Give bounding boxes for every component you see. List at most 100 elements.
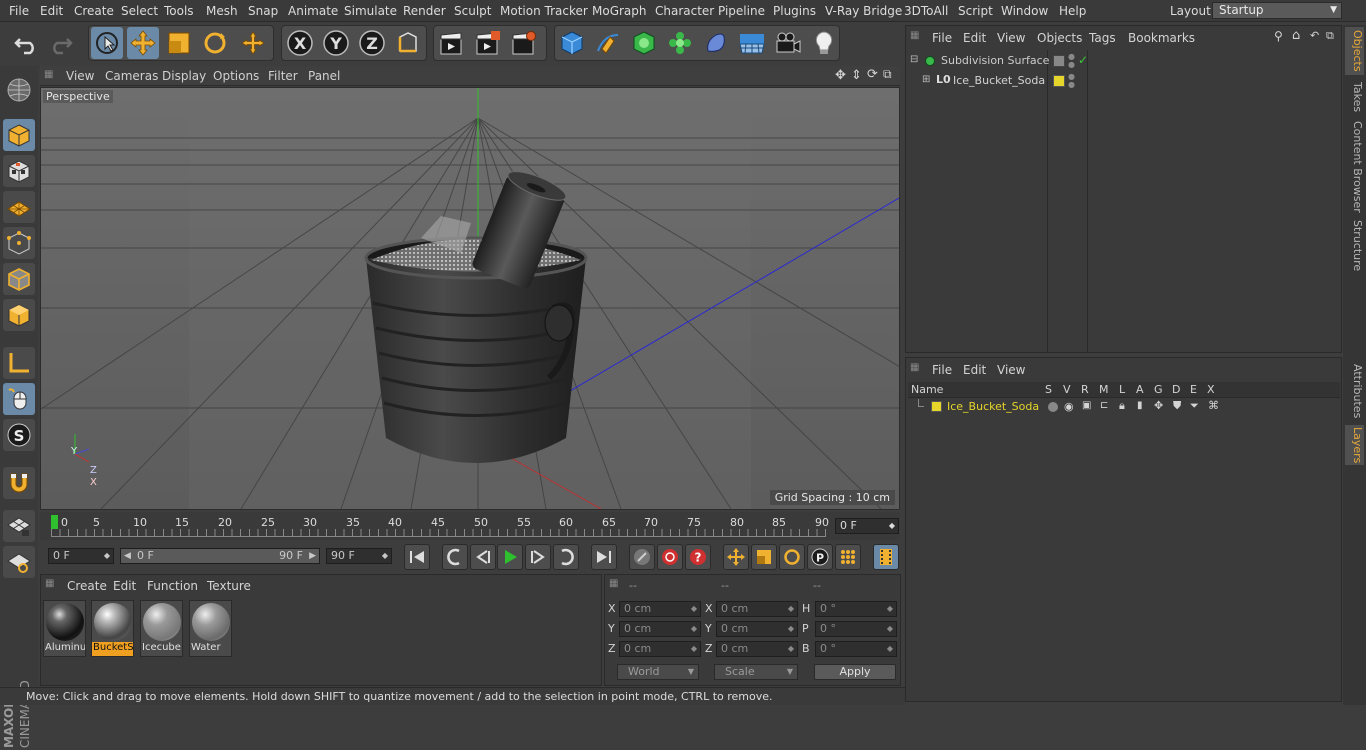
pos-z-field[interactable]: 0 cm ◆: [619, 641, 701, 657]
pos-y-field[interactable]: 0 cm ◆: [619, 621, 701, 637]
material-swatch-selected[interactable]: BucketS: [91, 600, 134, 657]
record-keys-button[interactable]: [629, 544, 655, 570]
material-menu-texture[interactable]: Texture: [207, 579, 251, 593]
snap-button[interactable]: S: [3, 419, 35, 451]
expand-icon[interactable]: ⊞: [922, 74, 930, 85]
menu-create[interactable]: Create: [74, 4, 114, 18]
tab-structure[interactable]: Structure: [1345, 219, 1364, 273]
menu-help[interactable]: Help: [1059, 4, 1086, 18]
z-axis-button[interactable]: Z: [356, 27, 388, 59]
layer-col-generators[interactable]: G: [1154, 382, 1163, 398]
current-frame-field[interactable]: 0 F ◆: [835, 518, 899, 534]
rotate-tool-button[interactable]: [199, 27, 231, 59]
key-position-button[interactable]: [723, 544, 749, 570]
layer-col-xref[interactable]: X: [1207, 382, 1215, 398]
object-menu-objects[interactable]: Objects: [1037, 31, 1082, 45]
key-rotation-button[interactable]: [779, 544, 805, 570]
previous-key-button[interactable]: [442, 544, 468, 570]
edges-mode-button[interactable]: [3, 263, 35, 295]
render-picture-viewer-button[interactable]: [472, 27, 504, 59]
layer-col-render[interactable]: R: [1081, 382, 1089, 398]
live-selection-button[interactable]: [91, 27, 123, 59]
undo-button[interactable]: [10, 27, 42, 59]
menu-script[interactable]: Script: [958, 4, 993, 18]
solo-dot-icon[interactable]: [1048, 402, 1058, 412]
menu-render[interactable]: Render: [403, 4, 446, 18]
size-x-field[interactable]: 0 cm ◆: [716, 601, 798, 617]
apply-button[interactable]: Apply: [814, 664, 896, 680]
object-menu-edit[interactable]: Edit: [963, 31, 986, 45]
cube-button[interactable]: [556, 27, 588, 59]
frame-range-slider[interactable]: ◀ 0 F 90 F ▶: [120, 548, 320, 564]
render-settings-button[interactable]: [508, 27, 540, 59]
layer-menu-edit[interactable]: Edit: [963, 363, 986, 377]
menu-edit[interactable]: Edit: [40, 4, 63, 18]
material-swatch[interactable]: Aluminu: [43, 600, 86, 657]
menu-animate[interactable]: Animate: [288, 4, 338, 18]
visibility-dots-icon[interactable]: ● ●: [1068, 53, 1075, 69]
y-axis-button[interactable]: Y: [320, 27, 352, 59]
animation-film-icon[interactable]: ▮: [1137, 400, 1143, 411]
planar-workplane-button[interactable]: [3, 546, 35, 578]
menu-select[interactable]: Select: [121, 4, 158, 18]
object-menu-file[interactable]: File: [932, 31, 952, 45]
material-menu-edit[interactable]: Edit: [113, 579, 136, 593]
manager-hierarchy-icon[interactable]: ⊏: [1100, 400, 1108, 411]
start-frame-field[interactable]: 0 F ◆: [48, 548, 114, 564]
layer-menu-view[interactable]: View: [997, 363, 1025, 377]
layer-col-solo[interactable]: S: [1045, 382, 1052, 398]
floor-button[interactable]: [736, 27, 768, 59]
expression-icon[interactable]: ⏷: [1190, 399, 1199, 413]
layer-col-view[interactable]: V: [1063, 382, 1071, 398]
key-parameter-button[interactable]: P: [807, 544, 833, 570]
timeline-ruler[interactable]: 0 5 10 15 20 25 30 35 40 45 50 55 60 65 …: [40, 512, 900, 540]
end-frame-field[interactable]: 90 F ◆: [326, 548, 392, 564]
light-button[interactable]: [808, 27, 840, 59]
camera-button[interactable]: [772, 27, 804, 59]
layer-col-expressions[interactable]: E: [1190, 382, 1197, 398]
material-menu-function[interactable]: Function: [147, 579, 198, 593]
tweak-mode-button[interactable]: [3, 383, 35, 415]
layer-col-deformers[interactable]: D: [1172, 382, 1180, 398]
generator-icon[interactable]: ✥: [1154, 399, 1163, 412]
xref-icon[interactable]: ⌘: [1208, 399, 1219, 412]
menu-plugins[interactable]: Plugins: [773, 4, 816, 18]
keyframe-selection-button[interactable]: ?: [685, 544, 711, 570]
key-scale-button[interactable]: [751, 544, 777, 570]
make-editable-button[interactable]: [3, 74, 35, 106]
magnet-button[interactable]: [3, 467, 35, 499]
object-row[interactable]: ⊞ L0 Ice_Bucket_Soda ● ●: [908, 73, 1338, 91]
render-view-button[interactable]: [436, 27, 468, 59]
move-tool-2-button[interactable]: [237, 27, 269, 59]
material-swatch[interactable]: Icecube:: [140, 600, 183, 657]
polygons-mode-button[interactable]: [3, 299, 35, 331]
cloner-button[interactable]: [664, 27, 696, 59]
subdivision-button[interactable]: [628, 27, 660, 59]
next-key-button[interactable]: [553, 544, 579, 570]
tab-objects[interactable]: Objects: [1345, 27, 1364, 75]
scale-tool-button[interactable]: [163, 27, 195, 59]
layer-col-animation[interactable]: A: [1136, 382, 1144, 398]
pen-spline-button[interactable]: [592, 27, 624, 59]
tab-content-browser[interactable]: Content Browser: [1345, 121, 1364, 213]
menu-vray-bridge[interactable]: V-Ray Bridge: [825, 4, 902, 18]
menu-tools[interactable]: Tools: [164, 4, 194, 18]
size-y-field[interactable]: 0 cm ◆: [716, 621, 798, 637]
layer-col-manager[interactable]: M: [1099, 382, 1109, 398]
menu-mograph[interactable]: MoGraph: [592, 4, 647, 18]
viewport-menu-cameras[interactable]: Cameras: [105, 69, 158, 83]
visibility-dots-icon[interactable]: ● ●: [1068, 73, 1075, 89]
key-pla-button[interactable]: [835, 544, 861, 570]
viewport-nav-move-icon[interactable]: ✥: [835, 68, 846, 83]
material-menu-create[interactable]: Create: [67, 579, 107, 593]
menu-window[interactable]: Window: [1001, 4, 1048, 18]
coordinate-system-button[interactable]: [392, 27, 424, 59]
enabled-check-icon[interactable]: ✓: [1078, 53, 1088, 67]
redo-button[interactable]: [45, 27, 77, 59]
viewport-nav-rotate-icon[interactable]: ⟳: [867, 67, 878, 82]
eye-icon[interactable]: ◉: [1064, 400, 1074, 413]
search-icon[interactable]: ⚲: [1274, 29, 1283, 43]
lock-icon[interactable]: 🔒︎: [1119, 399, 1125, 413]
timeline-window-button[interactable]: [873, 544, 899, 570]
layer-menu-file[interactable]: File: [932, 363, 952, 377]
